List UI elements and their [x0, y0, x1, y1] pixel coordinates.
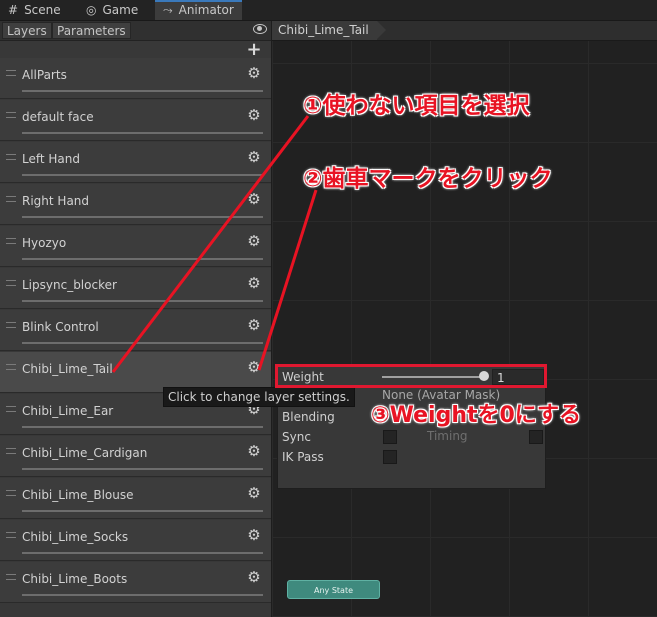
- annotation-step3: ③Weightを0にする: [371, 403, 582, 428]
- arrow-step1: [111, 115, 310, 373]
- annotation-step2: ②歯車マークをクリック: [303, 166, 553, 192]
- annotation-step1: ①使わない項目を選択: [303, 93, 530, 119]
- arrow-step2: [257, 189, 318, 371]
